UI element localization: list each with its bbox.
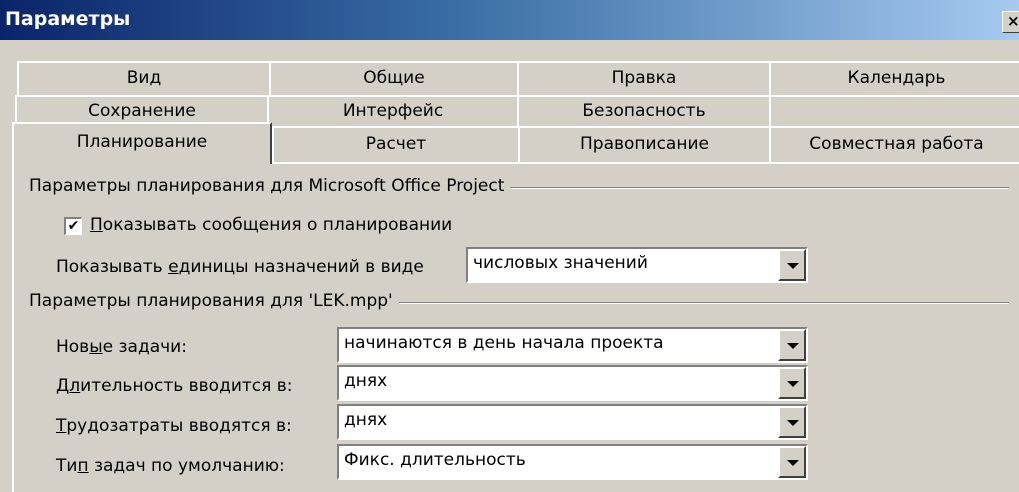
group1-label: Параметры планирования для Microsoft Off… (29, 176, 511, 196)
group2-label: Параметры планирования для 'LEK.mpp' (29, 291, 399, 311)
tab-calculation[interactable]: Расчет (272, 126, 520, 162)
tab-general[interactable]: Общие (269, 61, 519, 95)
tab-spelling[interactable]: Правописание (518, 126, 771, 162)
tab-view[interactable]: Вид (17, 61, 271, 95)
tab-security[interactable]: Безопасность (517, 95, 771, 128)
tab-row2-filler (769, 95, 1019, 128)
chevron-down-icon[interactable] (778, 329, 806, 361)
duration-select[interactable]: днях (337, 365, 808, 401)
show-scheduling-messages-checkbox[interactable]: ✔ (64, 217, 82, 235)
close-button[interactable]: × (1002, 11, 1019, 33)
tab-collaboration[interactable]: Совместная работа (769, 126, 1019, 162)
check-icon: ✔ (67, 218, 80, 234)
tab-scheduling[interactable]: Планирование (12, 122, 272, 164)
task-type-value: Фикс. длительность (344, 450, 526, 470)
task-type-select[interactable]: Фикс. длительность (337, 444, 808, 480)
new-tasks-select[interactable]: начинаются в день начала проекта (337, 327, 808, 363)
assignment-units-select[interactable]: числовых значений (466, 247, 808, 283)
duration-label: Длительность вводится в: (56, 376, 293, 396)
title-bar: Параметры × (0, 0, 1019, 40)
assignment-units-label: Показывать единицы назначений в виде (56, 257, 424, 277)
close-icon: × (1007, 12, 1019, 30)
work-label: Трудозатраты вводятся в: (56, 416, 292, 436)
duration-value: днях (344, 371, 388, 391)
work-value: днях (344, 410, 388, 430)
tab-edit[interactable]: Правка (517, 61, 771, 95)
window-title: Параметры (5, 8, 131, 30)
tab-interface[interactable]: Интерфейс (267, 95, 519, 128)
show-scheduling-messages-label[interactable]: Показывать сообщения о планировании (90, 215, 452, 235)
chevron-down-icon[interactable] (778, 446, 806, 478)
task-type-label: Тип задач по умолчанию: (56, 456, 285, 476)
chevron-down-icon[interactable] (778, 249, 806, 281)
new-tasks-value: начинаются в день начала проекта (344, 333, 664, 353)
tab-calendar[interactable]: Календарь (769, 61, 1019, 95)
new-tasks-label: Новые задачи: (56, 337, 187, 357)
work-select[interactable]: днях (337, 404, 808, 440)
chevron-down-icon[interactable] (778, 406, 806, 438)
chevron-down-icon[interactable] (778, 367, 806, 399)
assignment-units-value: числовых значений (473, 253, 648, 273)
